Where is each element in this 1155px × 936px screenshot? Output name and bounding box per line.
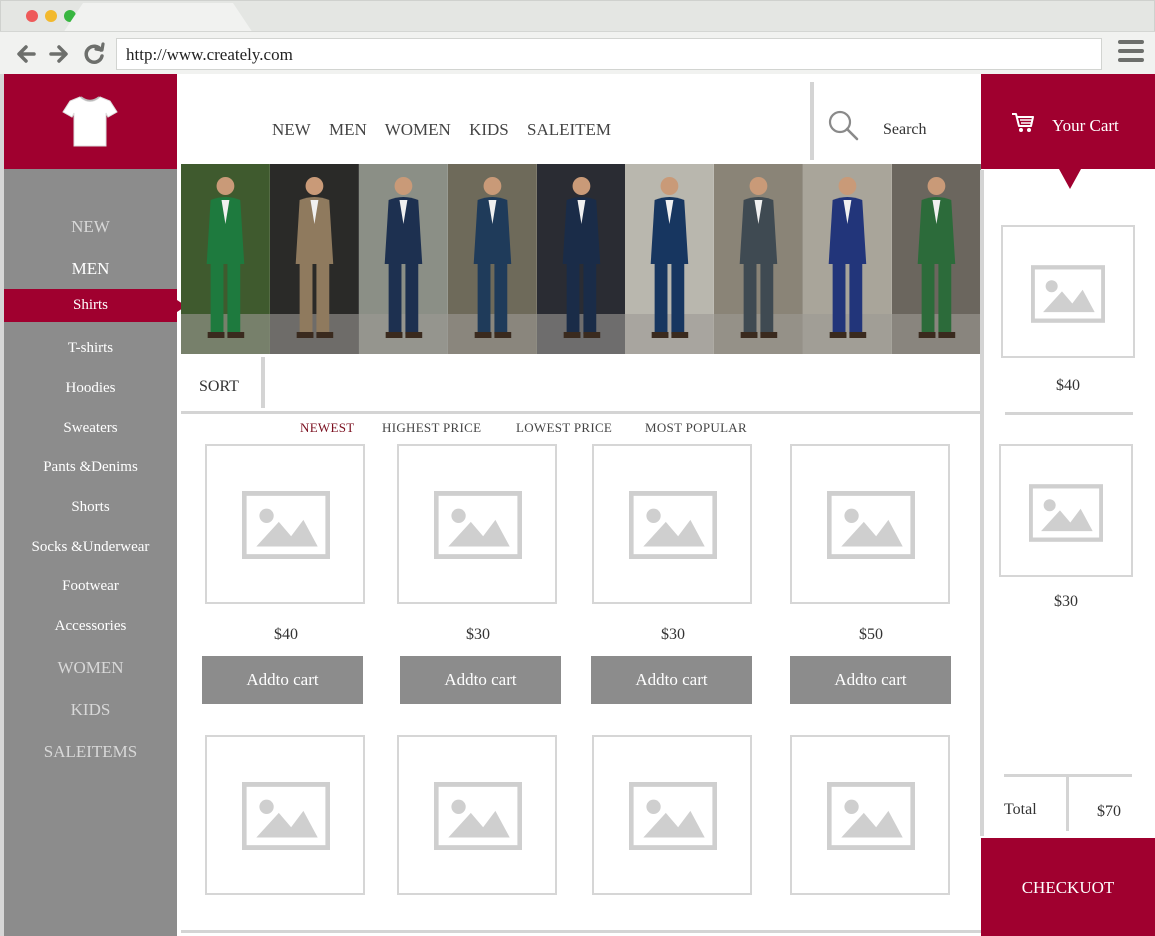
banner-photo [447, 164, 537, 354]
nav-kids[interactable]: KIDS [469, 120, 509, 139]
search-label[interactable]: Search [883, 121, 927, 139]
sidebar-item-footwear[interactable]: Footwear [4, 578, 177, 595]
search-icon[interactable] [828, 110, 860, 147]
total-label: Total [1004, 801, 1037, 818]
sidebar-item-new[interactable]: NEW [4, 217, 177, 237]
cart-icon [1012, 113, 1034, 132]
banner-photo [358, 164, 448, 354]
cart-item-separator [1005, 412, 1133, 415]
sort-lowest-price[interactable]: LOWEST PRICE [516, 420, 612, 436]
sort-highest-price[interactable]: HIGHEST PRICE [382, 420, 481, 436]
product-image[interactable] [790, 735, 950, 895]
sidebar-item-hoodies[interactable]: Hoodies [4, 380, 177, 397]
product-image[interactable] [592, 444, 752, 604]
hamburger-menu-icon[interactable] [1118, 40, 1144, 66]
url-field[interactable]: http://www.creately.com [116, 38, 1102, 70]
nav-women[interactable]: WOMEN [385, 120, 451, 139]
image-placeholder-icon [827, 491, 915, 559]
browser-tab[interactable] [63, 3, 253, 33]
sidebar-item-t-shirts[interactable]: T-shirts [4, 340, 177, 357]
product-image[interactable] [397, 735, 557, 895]
reload-icon[interactable] [80, 40, 108, 68]
back-arrow-icon[interactable] [12, 40, 40, 68]
sidebar-item-shirts[interactable]: Shirts [4, 289, 186, 322]
product-price: $30 [661, 626, 685, 643]
sidebar-item-sweaters[interactable]: Sweaters [4, 420, 177, 437]
sidebar-item-shorts[interactable]: Shorts [4, 499, 177, 516]
cart-header[interactable]: Your Cart [981, 74, 1155, 189]
sidebar-item-men[interactable]: MEN [4, 259, 177, 279]
image-placeholder-icon [434, 782, 522, 850]
add-to-cart-button[interactable]: Addto cart [400, 656, 561, 704]
cart-title: Your Cart [1052, 116, 1119, 135]
banner-photo [625, 164, 715, 354]
product-image[interactable] [397, 444, 557, 604]
banner-photo [536, 164, 626, 354]
forward-arrow-icon[interactable] [45, 40, 73, 68]
nav-saleitem[interactable]: SALEITEM [527, 120, 611, 139]
sidebar-item-pants-denims[interactable]: Pants &Denims [4, 459, 177, 476]
banner-photo [803, 164, 893, 354]
product-image[interactable] [790, 444, 950, 604]
sort-label: SORT [199, 378, 239, 395]
sort-divider [261, 357, 265, 408]
main-right-border [980, 170, 984, 836]
sidebar-item-saleitems[interactable]: SALEITEMS [4, 742, 177, 762]
product-image[interactable] [205, 735, 365, 895]
window-minimize-dot[interactable] [45, 10, 57, 22]
sidebar-item-socks-underwear[interactable]: Socks &Underwear [4, 539, 177, 556]
sidebar-item-women[interactable]: WOMEN [4, 658, 177, 678]
product-image[interactable] [205, 444, 365, 604]
main-bottom-border [181, 930, 981, 933]
top-navigation: NEW MEN WOMEN KIDS SALEITEM [272, 120, 625, 140]
product-price: $50 [859, 626, 883, 643]
product-image[interactable] [592, 735, 752, 895]
image-placeholder-icon [629, 782, 717, 850]
sidebar-item-accessories[interactable]: Accessories [4, 618, 177, 635]
image-placeholder-icon [827, 782, 915, 850]
image-placeholder-icon [1031, 265, 1105, 323]
sort-separator [181, 411, 980, 414]
sort-newest[interactable]: NEWEST [300, 420, 355, 436]
search-divider [810, 82, 814, 160]
banner-photo [892, 164, 981, 354]
cart-item-price: $40 [1056, 377, 1080, 394]
hero-banner-image [181, 164, 981, 354]
store-logo[interactable] [4, 74, 177, 169]
nav-men[interactable]: MEN [329, 120, 367, 139]
image-placeholder-icon [242, 491, 330, 559]
total-divider [1066, 776, 1069, 831]
nav-new[interactable]: NEW [272, 120, 311, 139]
sort-most-popular[interactable]: MOST POPULAR [645, 420, 747, 436]
checkout-button[interactable]: CHECKUOT [981, 838, 1155, 936]
window-close-dot[interactable] [26, 10, 38, 22]
image-placeholder-icon [434, 491, 522, 559]
total-value: $70 [1097, 803, 1121, 820]
product-price: $40 [274, 626, 298, 643]
add-to-cart-button[interactable]: Addto cart [790, 656, 951, 704]
image-placeholder-icon [1029, 484, 1103, 542]
image-placeholder-icon [629, 491, 717, 559]
cart-item-image[interactable] [1001, 225, 1135, 358]
add-to-cart-button[interactable]: Addto cart [202, 656, 363, 704]
banner-photo [714, 164, 804, 354]
cart-item-image[interactable] [999, 444, 1133, 577]
banner-photo [269, 164, 359, 354]
cart-item-price: $30 [1054, 593, 1078, 610]
image-placeholder-icon [242, 782, 330, 850]
tshirt-icon [62, 96, 118, 147]
sidebar-item-kids[interactable]: KIDS [4, 700, 177, 720]
add-to-cart-button[interactable]: Addto cart [591, 656, 752, 704]
banner-photo [181, 164, 270, 354]
product-price: $30 [466, 626, 490, 643]
